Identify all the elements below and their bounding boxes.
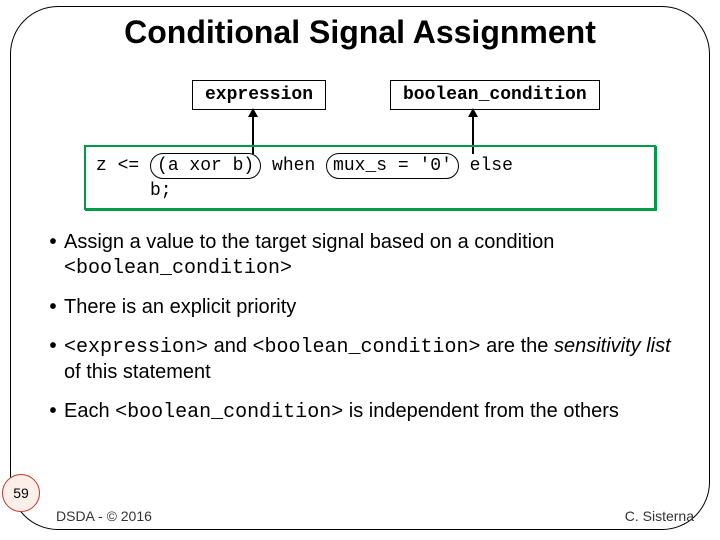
bullet-3-mid2: are the [481, 335, 554, 357]
label-expression: expression [192, 80, 326, 110]
code-line2: b; [96, 181, 172, 201]
bullet-dot: • [42, 295, 64, 320]
bullet-3-tail: of this statement [64, 361, 211, 383]
bullet-item-1: • Assign a value to the target signal ba… [42, 230, 690, 281]
bullet-3-mid1: and [208, 335, 252, 357]
label-boolean-condition: boolean_condition [390, 80, 600, 110]
bullet-4-text: Each [64, 400, 115, 422]
bullet-3-italic: sensitivity list [554, 335, 671, 357]
bullet-dot: • [42, 399, 64, 425]
code-mid: when [261, 156, 326, 176]
bullet-dot: • [42, 334, 64, 385]
code-ring-condition: mux_s = '0' [326, 153, 459, 179]
bullet-item-4: • Each <boolean_condition> is independen… [42, 399, 690, 425]
code-suffix: else [459, 156, 513, 176]
footer-right: C. Sisterna [625, 508, 694, 524]
bullet-item-2: • There is an explicit priority [42, 295, 690, 320]
footer-left: DSDA - © 2016 [56, 508, 152, 524]
code-prefix: z <= [96, 156, 150, 176]
bullet-dot: • [42, 230, 64, 281]
bullet-item-3: • <expression> and <boolean_condition> a… [42, 334, 690, 385]
bullet-list: • Assign a value to the target signal ba… [42, 230, 690, 439]
code-example: z <= (a xor b) when mux_s = '0' else b; [84, 145, 656, 210]
slide: Conditional Signal Assignment expression… [0, 0, 720, 540]
bullet-3-mono-a: <expression> [64, 336, 208, 359]
page-number-badge: 59 [2, 474, 40, 512]
slide-title: Conditional Signal Assignment [0, 14, 720, 51]
bullet-2-text: There is an explicit priority [64, 296, 296, 318]
bullet-1-text: Assign a value to the target signal base… [64, 231, 554, 253]
bullet-3-mono-b: <boolean_condition> [253, 336, 481, 359]
bullet-4-tail: is independent from the others [343, 400, 619, 422]
bullet-4-mono: <boolean_condition> [115, 401, 343, 424]
code-ring-expression: (a xor b) [150, 153, 261, 179]
bullet-1-mono: <boolean_condition> [64, 257, 292, 280]
